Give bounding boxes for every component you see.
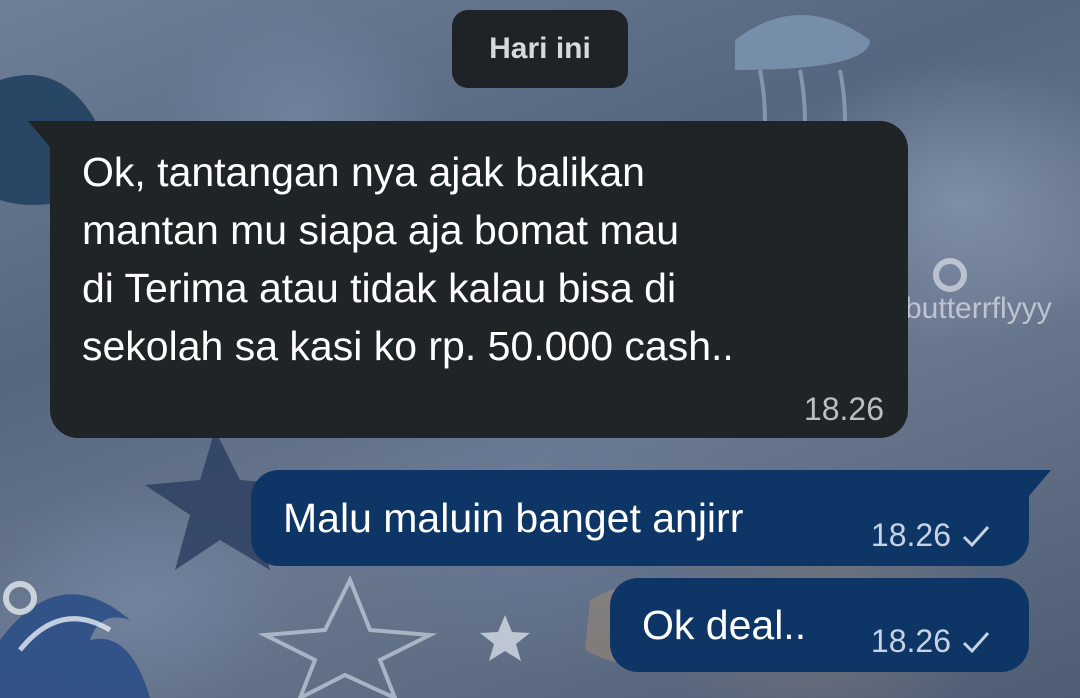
outgoing-message-bubble[interactable]: Malu maluin banget anjirr 18.26 <box>251 470 1051 566</box>
message-text: Ok, tantangan nya ajak balikan mantan mu… <box>82 149 734 369</box>
message-timestamp: 18.26 <box>870 517 951 553</box>
message-timestamp: 18.26 <box>870 623 951 659</box>
starfish-outline <box>257 575 438 698</box>
bubble-tail <box>28 121 50 147</box>
incoming-message-bubble[interactable]: Ok, tantangan nya ajak balikan mantan mu… <box>28 121 908 438</box>
message-text: Ok deal.. <box>642 601 807 648</box>
bubble-tail <box>1029 470 1051 496</box>
date-divider: Hari ini <box>452 10 628 88</box>
message-timestamp: 18.26 <box>803 391 884 427</box>
chat-screen: butterrflyyy Hari ini Ok, tantangan nya … <box>0 0 1080 698</box>
message-meta: 18.26 <box>871 623 991 660</box>
message-text: Malu maluin banget anjirr <box>283 494 744 541</box>
check-icon <box>962 525 990 547</box>
outgoing-message-bubble[interactable]: Ok deal.. 18.26 <box>610 578 1029 672</box>
jellyfish-shape <box>735 15 870 70</box>
check-icon <box>962 631 990 653</box>
watermark-text: butterrflyyy <box>905 292 1052 325</box>
wave-shape <box>0 594 150 698</box>
message-meta: 18.26 <box>871 517 991 554</box>
small-star <box>480 615 530 661</box>
